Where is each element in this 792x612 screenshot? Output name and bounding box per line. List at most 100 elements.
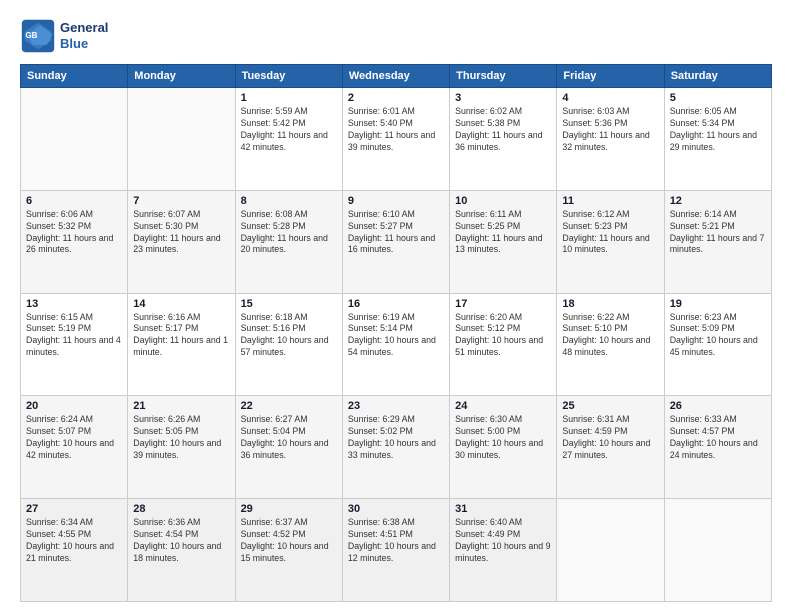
header: GB General Blue <box>20 18 772 54</box>
day-info: Sunrise: 5:59 AM Sunset: 5:42 PM Dayligh… <box>241 106 337 154</box>
week-row-1: 1 Sunrise: 5:59 AM Sunset: 5:42 PM Daylig… <box>21 88 772 191</box>
logo-icon: GB <box>20 18 56 54</box>
day-number: 8 <box>241 195 337 207</box>
day-info: Sunrise: 6:16 AM Sunset: 5:17 PM Dayligh… <box>133 312 229 360</box>
calendar-cell: 30 Sunrise: 6:38 AM Sunset: 4:51 PM Dayli… <box>342 499 449 602</box>
day-number: 23 <box>348 400 444 412</box>
day-info: Sunrise: 6:30 AM Sunset: 5:00 PM Dayligh… <box>455 414 551 462</box>
day-info: Sunrise: 6:20 AM Sunset: 5:12 PM Dayligh… <box>455 312 551 360</box>
day-info: Sunrise: 6:40 AM Sunset: 4:49 PM Dayligh… <box>455 517 551 565</box>
weekday-header-saturday: Saturday <box>664 65 771 88</box>
day-number: 20 <box>26 400 122 412</box>
weekday-header-sunday: Sunday <box>21 65 128 88</box>
day-info: Sunrise: 6:06 AM Sunset: 5:32 PM Dayligh… <box>26 209 122 257</box>
day-info: Sunrise: 6:29 AM Sunset: 5:02 PM Dayligh… <box>348 414 444 462</box>
day-number: 3 <box>455 92 551 104</box>
day-info: Sunrise: 6:37 AM Sunset: 4:52 PM Dayligh… <box>241 517 337 565</box>
calendar-cell: 23 Sunrise: 6:29 AM Sunset: 5:02 PM Dayli… <box>342 396 449 499</box>
day-info: Sunrise: 6:12 AM Sunset: 5:23 PM Dayligh… <box>562 209 658 257</box>
calendar-cell: 9Sunrise: 6:10 AM Sunset: 5:27 PM Daylig… <box>342 190 449 293</box>
week-row-4: 20 Sunrise: 6:24 AM Sunset: 5:07 PM Dayli… <box>21 396 772 499</box>
calendar-cell: 20 Sunrise: 6:24 AM Sunset: 5:07 PM Dayli… <box>21 396 128 499</box>
day-info: Sunrise: 6:23 AM Sunset: 5:09 PM Dayligh… <box>670 312 766 360</box>
calendar-cell: 26 Sunrise: 6:33 AM Sunset: 4:57 PM Dayli… <box>664 396 771 499</box>
day-number: 28 <box>133 503 229 515</box>
day-number: 11 <box>562 195 658 207</box>
day-info: Sunrise: 6:19 AM Sunset: 5:14 PM Dayligh… <box>348 312 444 360</box>
calendar-cell: 3 Sunrise: 6:02 AM Sunset: 5:38 PM Daylig… <box>450 88 557 191</box>
day-info: Sunrise: 6:15 AM Sunset: 5:19 PM Dayligh… <box>26 312 122 360</box>
day-info: Sunrise: 6:24 AM Sunset: 5:07 PM Dayligh… <box>26 414 122 462</box>
day-number: 31 <box>455 503 551 515</box>
weekday-header-friday: Friday <box>557 65 664 88</box>
weekday-header-tuesday: Tuesday <box>235 65 342 88</box>
calendar-cell: 19 Sunrise: 6:23 AM Sunset: 5:09 PM Dayli… <box>664 293 771 396</box>
day-number: 18 <box>562 298 658 310</box>
day-info: Sunrise: 6:05 AM Sunset: 5:34 PM Dayligh… <box>670 106 766 154</box>
logo-name-line2: Blue <box>60 36 108 52</box>
calendar-cell <box>128 88 235 191</box>
calendar-cell <box>664 499 771 602</box>
day-number: 4 <box>562 92 658 104</box>
calendar-cell: 22 Sunrise: 6:27 AM Sunset: 5:04 PM Dayli… <box>235 396 342 499</box>
calendar-cell: 17 Sunrise: 6:20 AM Sunset: 5:12 PM Dayli… <box>450 293 557 396</box>
calendar-cell: 21Sunrise: 6:26 AM Sunset: 5:05 PM Dayli… <box>128 396 235 499</box>
day-number: 1 <box>241 92 337 104</box>
calendar-cell: 27Sunrise: 6:34 AM Sunset: 4:55 PM Dayli… <box>21 499 128 602</box>
day-number: 26 <box>670 400 766 412</box>
day-number: 10 <box>455 195 551 207</box>
day-info: Sunrise: 6:03 AM Sunset: 5:36 PM Dayligh… <box>562 106 658 154</box>
day-number: 14 <box>133 298 229 310</box>
calendar-cell: 16 Sunrise: 6:19 AM Sunset: 5:14 PM Dayli… <box>342 293 449 396</box>
calendar-cell: 25 Sunrise: 6:31 AM Sunset: 4:59 PM Dayli… <box>557 396 664 499</box>
day-number: 9 <box>348 195 444 207</box>
day-number: 2 <box>348 92 444 104</box>
calendar-cell: 2Sunrise: 6:01 AM Sunset: 5:40 PM Daylig… <box>342 88 449 191</box>
day-number: 29 <box>241 503 337 515</box>
day-number: 22 <box>241 400 337 412</box>
day-info: Sunrise: 6:33 AM Sunset: 4:57 PM Dayligh… <box>670 414 766 462</box>
weekday-header-row: SundayMondayTuesdayWednesdayThursdayFrid… <box>21 65 772 88</box>
day-number: 19 <box>670 298 766 310</box>
calendar-cell <box>557 499 664 602</box>
day-number: 16 <box>348 298 444 310</box>
weekday-header-wednesday: Wednesday <box>342 65 449 88</box>
day-info: Sunrise: 6:02 AM Sunset: 5:38 PM Dayligh… <box>455 106 551 154</box>
day-info: Sunrise: 6:27 AM Sunset: 5:04 PM Dayligh… <box>241 414 337 462</box>
day-number: 7 <box>133 195 229 207</box>
day-number: 17 <box>455 298 551 310</box>
svg-text:GB: GB <box>25 31 37 40</box>
day-info: Sunrise: 6:26 AM Sunset: 5:05 PM Dayligh… <box>133 414 229 462</box>
day-number: 27 <box>26 503 122 515</box>
calendar-cell: 13 Sunrise: 6:15 AM Sunset: 5:19 PM Dayli… <box>21 293 128 396</box>
day-number: 12 <box>670 195 766 207</box>
weekday-header-thursday: Thursday <box>450 65 557 88</box>
week-row-3: 13 Sunrise: 6:15 AM Sunset: 5:19 PM Dayli… <box>21 293 772 396</box>
calendar-cell: 8 Sunrise: 6:08 AM Sunset: 5:28 PM Daylig… <box>235 190 342 293</box>
day-info: Sunrise: 6:31 AM Sunset: 4:59 PM Dayligh… <box>562 414 658 462</box>
day-info: Sunrise: 6:22 AM Sunset: 5:10 PM Dayligh… <box>562 312 658 360</box>
day-number: 30 <box>348 503 444 515</box>
day-info: Sunrise: 6:36 AM Sunset: 4:54 PM Dayligh… <box>133 517 229 565</box>
calendar-cell: 1 Sunrise: 5:59 AM Sunset: 5:42 PM Daylig… <box>235 88 342 191</box>
calendar-cell: 12Sunrise: 6:14 AM Sunset: 5:21 PM Dayli… <box>664 190 771 293</box>
calendar-cell <box>21 88 128 191</box>
calendar-table: SundayMondayTuesdayWednesdayThursdayFrid… <box>20 64 772 602</box>
day-info: Sunrise: 6:38 AM Sunset: 4:51 PM Dayligh… <box>348 517 444 565</box>
calendar-cell: 11 Sunrise: 6:12 AM Sunset: 5:23 PM Dayli… <box>557 190 664 293</box>
day-info: Sunrise: 6:08 AM Sunset: 5:28 PM Dayligh… <box>241 209 337 257</box>
calendar-cell: 14 Sunrise: 6:16 AM Sunset: 5:17 PM Dayli… <box>128 293 235 396</box>
calendar-cell: 4 Sunrise: 6:03 AM Sunset: 5:36 PM Daylig… <box>557 88 664 191</box>
logo-name-line1: General <box>60 20 108 36</box>
calendar-cell: 28 Sunrise: 6:36 AM Sunset: 4:54 PM Dayli… <box>128 499 235 602</box>
day-number: 5 <box>670 92 766 104</box>
calendar-cell: 7Sunrise: 6:07 AM Sunset: 5:30 PM Daylig… <box>128 190 235 293</box>
calendar-cell: 24Sunrise: 6:30 AM Sunset: 5:00 PM Dayli… <box>450 396 557 499</box>
day-number: 25 <box>562 400 658 412</box>
week-row-5: 27Sunrise: 6:34 AM Sunset: 4:55 PM Dayli… <box>21 499 772 602</box>
day-info: Sunrise: 6:18 AM Sunset: 5:16 PM Dayligh… <box>241 312 337 360</box>
day-number: 13 <box>26 298 122 310</box>
week-row-2: 6 Sunrise: 6:06 AM Sunset: 5:32 PM Daylig… <box>21 190 772 293</box>
day-number: 6 <box>26 195 122 207</box>
calendar-cell: 18 Sunrise: 6:22 AM Sunset: 5:10 PM Dayli… <box>557 293 664 396</box>
